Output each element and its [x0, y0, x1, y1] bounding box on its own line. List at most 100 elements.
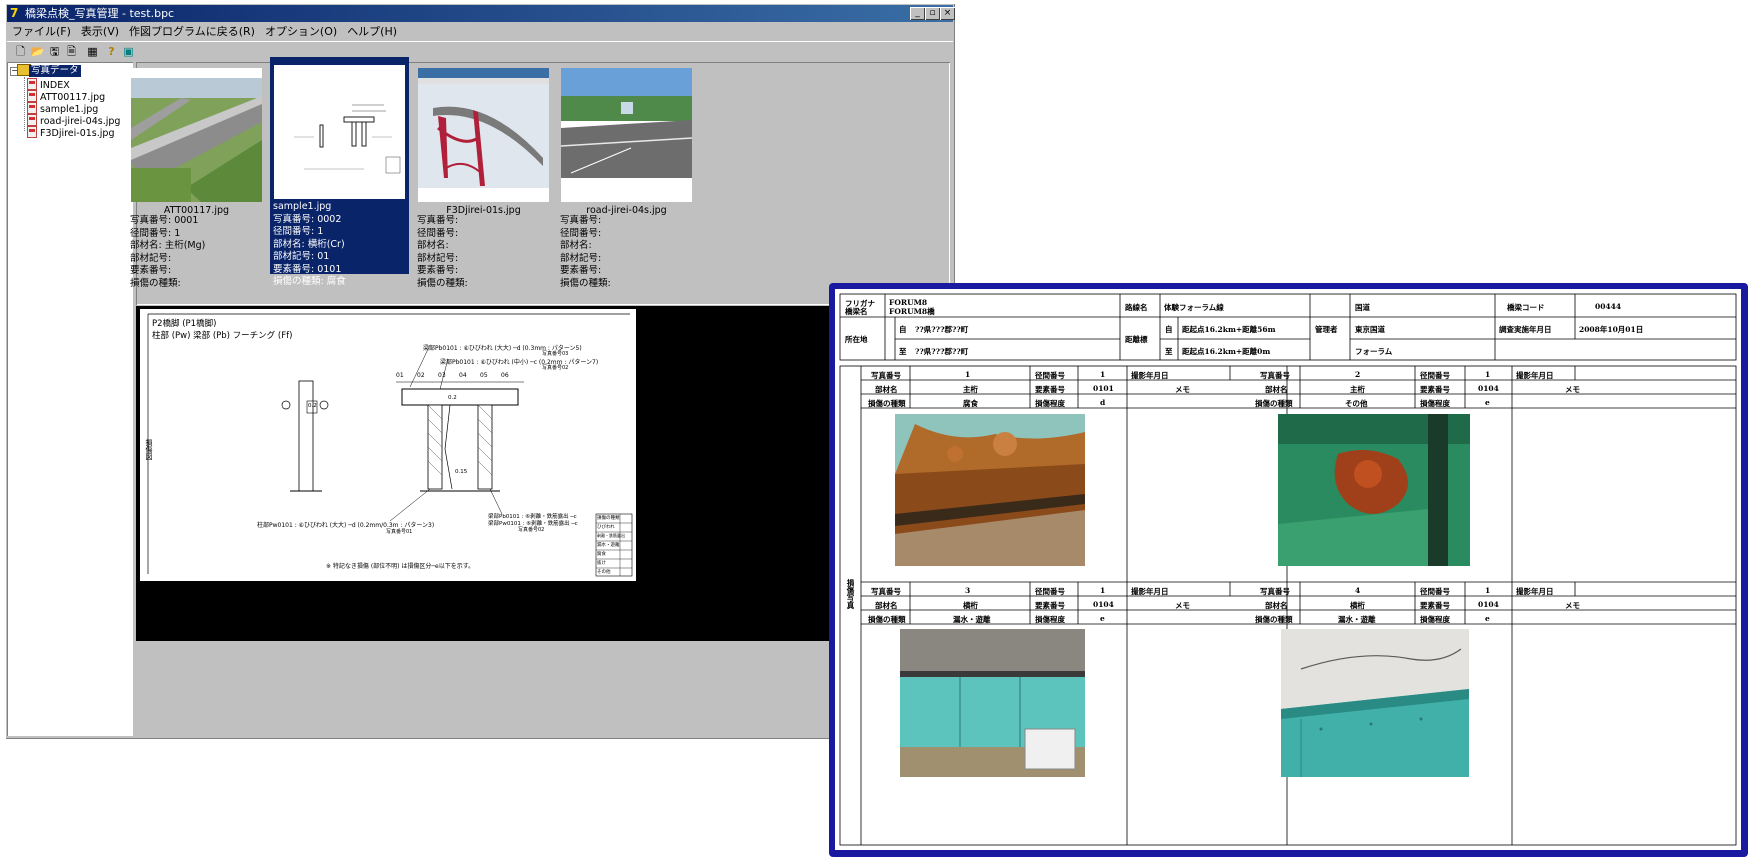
code-label: 橋梁コード [1507, 303, 1545, 312]
section-label: 04 [459, 372, 467, 379]
span-number: 1 [1100, 586, 1106, 595]
close-button[interactable]: × [940, 7, 955, 20]
callout-text: 梁部Pb0101 : ⑥ひびわれ (中小) ─c (0.2mm : パターン7) [440, 359, 599, 366]
span-number: 1 [1100, 370, 1106, 379]
field-label: 撮影年月日 [1516, 587, 1554, 596]
menu-file[interactable]: ファイル(F) [7, 23, 76, 41]
element-number: 0101 [1093, 384, 1114, 393]
drawing-note: ※ 特記なき損傷 (部位不明) は損傷区分─e以下を示す。 [326, 563, 475, 570]
menu-help[interactable]: ヘルプ(H) [342, 23, 402, 41]
field-label: 撮影年月日 [1131, 371, 1169, 380]
minimize-button[interactable]: _ [910, 7, 925, 20]
location-start: ??県???郡??町 [915, 325, 969, 334]
field-label: 要素番号 [1420, 601, 1450, 610]
kilo-label: 距離標 [1125, 335, 1148, 344]
callout-photo-no: 写真番号02 [518, 527, 545, 533]
office-value: 東京国道 [1355, 325, 1385, 334]
tree-item-index[interactable]: INDEX [27, 78, 70, 91]
field-label: 損傷の種類 [868, 399, 906, 408]
section-label: 01 [396, 372, 404, 379]
callout-photo-no: 写真番号02 [542, 365, 569, 371]
photo-drawing [274, 65, 405, 199]
new-icon[interactable]: 🗋 [13, 44, 28, 59]
field-label: 損傷の種類 [1255, 615, 1293, 624]
legend-item: ひびわれ [597, 525, 615, 530]
toolbar: 🗋 📂 🖫 🗎 ▦ ? ▣ [7, 41, 953, 62]
image-file-icon [27, 114, 37, 126]
damage-type: 漏水・遊離 [953, 615, 991, 624]
field-label: 径間番号 [1035, 371, 1065, 380]
field-label: 部材名 [875, 601, 898, 610]
damage-type: 漏水・遊離 [1338, 615, 1376, 624]
route-label: 路線名 [1125, 303, 1148, 312]
field-label: 損傷程度 [1420, 399, 1450, 408]
inspector-value: フォーラム [1355, 347, 1393, 356]
kilo-end-label: 至 [1165, 347, 1173, 356]
field-label: 写真番号 [871, 371, 901, 380]
photo-number: 2 [1355, 370, 1361, 379]
memo: メモ [1175, 385, 1190, 394]
thumbnail-card[interactable]: ATT00117.jpg 写真番号: 0001 径間番号: 1 部材名: 主桁(… [127, 65, 266, 308]
drawing-viewer[interactable]: P2橋脚 (P1橋脚) 柱部 (Pw) 梁部 (Pb) フーチング (Ff) 損… [136, 306, 950, 641]
date-value: 2008年10月01日 [1579, 325, 1644, 334]
field-label: 写真番号 [1260, 371, 1290, 380]
photo-red-bridge [418, 68, 549, 202]
damage-photo-crack [1281, 629, 1469, 777]
legend-item: 漏水・遊離 [597, 543, 620, 548]
save-icon[interactable]: 🖫 [47, 44, 62, 59]
copy-icon[interactable]: 🗎 [64, 44, 79, 59]
app-window: 7 橋梁点検_写真管理 - test.bpc _ ▫ × ファイル(F) 表示(V… [5, 3, 955, 739]
grid-icon[interactable]: ▣ [121, 44, 136, 59]
tree-item-f3djirei[interactable]: F3Djirei-01s.jpg [27, 126, 114, 139]
location-label: 所在地 [845, 335, 868, 344]
damage-drawing: P2橋脚 (P1橋脚) 柱部 (Pw) 梁部 (Pb) フーチング (Ff) 損… [140, 309, 636, 581]
title-bar[interactable]: 7 橋梁点検_写真管理 - test.bpc _ ▫ × [7, 5, 955, 22]
maximize-button[interactable]: ▫ [925, 7, 940, 20]
dimension-label: 0.2 [448, 395, 457, 401]
field-label: 径間番号 [1420, 371, 1450, 380]
element-number: 0104 [1478, 384, 1499, 393]
legend-item: 剥離・鉄筋露出 [597, 533, 625, 538]
tree-item-sample1[interactable]: sample1.jpg [27, 102, 98, 115]
thumbnail-card[interactable]: road-jirei-04s.jpg 写真番号: 径間番号: 部材名: 部材記号… [557, 65, 696, 308]
section-label: 06 [501, 372, 509, 379]
thumbnail-card-selected[interactable]: sample1.jpg 写真番号: 0002 径間番号: 1 部材名: 横桁(C… [270, 57, 409, 287]
section-label: 03 [438, 372, 446, 379]
menu-view[interactable]: 表示(V) [76, 23, 124, 41]
photo-number: 3 [965, 586, 971, 595]
photo-number: 1 [965, 370, 971, 379]
image-file-icon [27, 90, 37, 102]
thumbnail-panel: ATT00117.jpg 写真番号: 0001 径間番号: 1 部材名: 主桁(… [130, 57, 950, 308]
member-name: 横桁 [963, 601, 978, 610]
section-label: 05 [480, 372, 488, 379]
memo: メモ [1565, 385, 1580, 394]
tree-item-road-jirei[interactable]: road-jirei-04s.jpg [27, 114, 120, 127]
field-label: 損傷程度 [1035, 399, 1065, 408]
photo-road-aerial [131, 68, 262, 202]
start-label: 自 [899, 325, 907, 334]
span-number: 1 [1485, 586, 1491, 595]
thumbnail-meta: 写真番号: 径間番号: 部材名: 部材記号: 要素番号: 損傷の種類: [560, 215, 611, 289]
bridge-name-value: FORUM8橋 [889, 307, 935, 316]
app-logo-icon: 7 [10, 6, 19, 20]
dimension-label: 0.15 [455, 469, 468, 475]
menu-options[interactable]: オプション(O) [260, 23, 342, 41]
tree-item-att00117[interactable]: ATT00117.jpg [27, 90, 105, 103]
thumbnail-card[interactable]: F3Djirei-01s.jpg 写真番号: 径間番号: 部材名: 部材記号: … [414, 65, 553, 308]
field-label: 損傷程度 [1035, 615, 1065, 624]
menu-return[interactable]: 作図プログラムに戻る(R) [124, 23, 260, 41]
tree-root[interactable]: 写真データ [29, 65, 81, 77]
route-value: 体験フォーラム線 [1164, 303, 1224, 312]
damage-grade: e [1485, 398, 1490, 407]
field-label: 径間番号 [1420, 587, 1450, 596]
kilo-end: 距起点16.2km+距離0m [1182, 347, 1271, 356]
damage-type: その他 [1345, 399, 1368, 408]
open-icon[interactable]: 📂 [30, 44, 45, 59]
image-icon[interactable]: ▦ [85, 44, 100, 59]
field-label: 損傷程度 [1420, 615, 1450, 624]
help-icon[interactable]: ? [104, 44, 119, 59]
field-label: 要素番号 [1035, 601, 1065, 610]
photo-number: 4 [1355, 586, 1361, 595]
damage-photo-rust [895, 414, 1085, 566]
admin-label: 管理者 [1315, 325, 1338, 334]
